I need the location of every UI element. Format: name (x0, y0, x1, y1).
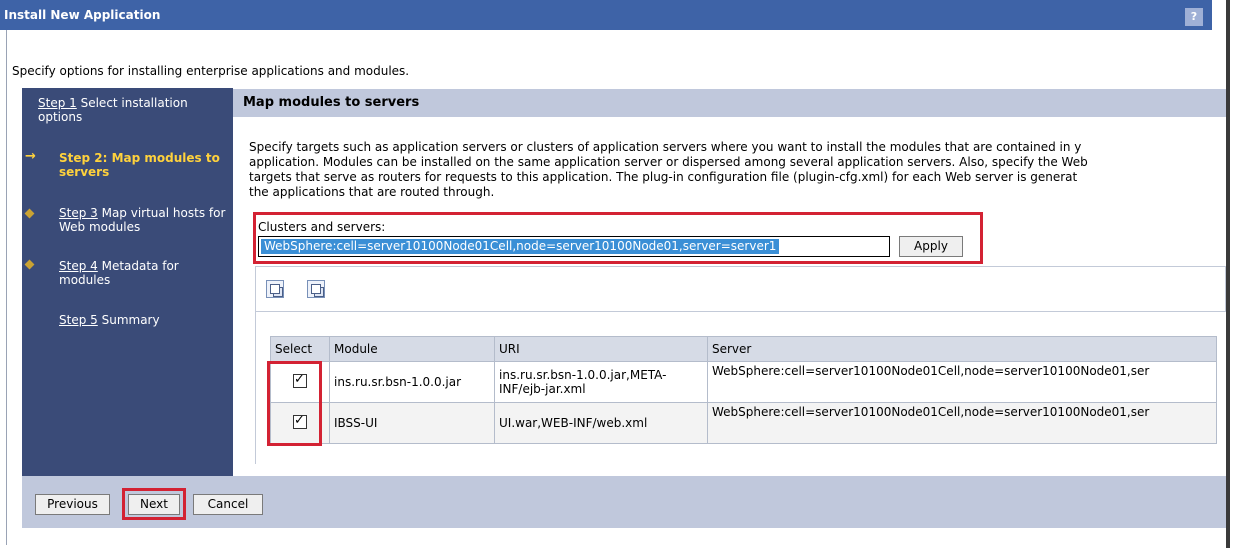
uri-cell: UI.war,WEB-INF/web.xml (494, 402, 708, 444)
step-1-number: Step 1 (38, 96, 77, 110)
module-cell: ins.ru.sr.bsn-1.0.0.jar (329, 361, 495, 403)
step-5-number: Step 5 (59, 313, 98, 327)
col-module-header: Module (329, 336, 495, 362)
server-cell: WebSphere:cell=server10100Node01Cell,nod… (707, 402, 1217, 444)
description-line: Specify targets such as application serv… (249, 140, 1082, 154)
select-all-icon[interactable] (266, 280, 284, 298)
window-title-bar: Install New Application (0, 0, 1212, 30)
help-button[interactable]: ? (1185, 8, 1203, 26)
step-3-link[interactable]: Step 3 Map virtual hosts for Web modules (59, 206, 229, 234)
window-title: Install New Application (4, 8, 161, 22)
cancel-button[interactable]: Cancel (193, 494, 263, 515)
module-cell: IBSS-UI (329, 402, 495, 444)
checkbox-highlight-box (267, 361, 322, 446)
description-line: application. Modules can be installed on… (249, 155, 1088, 169)
step-4-number: Step 4 (59, 259, 98, 273)
step-5-text: Summary (97, 313, 160, 327)
table-header-row: Select Module URI Server (270, 336, 1217, 362)
col-server-header: Server (707, 336, 1217, 362)
uri-cell: ins.ru.sr.bsn-1.0.0.jar,META-INF/ejb-jar… (494, 361, 708, 403)
intro-text: Specify options for installing enterpris… (12, 64, 410, 78)
col-uri-header: URI (494, 336, 708, 362)
current-step-arrow-icon: → (25, 149, 36, 164)
clusters-selected-value: WebSphere:cell=server10100Node01Cell,nod… (261, 239, 780, 254)
table-row: IBSS-UI UI.war,WEB-INF/web.xml WebSphere… (270, 402, 1217, 444)
step-1-link[interactable]: Step 1 Select installation options (38, 96, 228, 124)
section-title: Map modules to servers (233, 89, 1226, 117)
server-cell: WebSphere:cell=server10100Node01Cell,nod… (707, 361, 1217, 403)
step-5-link[interactable]: Step 5 Summary (59, 313, 229, 327)
step-3-number: Step 3 (59, 206, 98, 220)
modules-table: Select Module URI Server ins.ru.sr.bsn-1… (270, 336, 1217, 444)
deselect-all-icon[interactable] (307, 280, 325, 298)
description-line: targets that serve as routers for reques… (249, 170, 1078, 184)
next-button[interactable]: Next (128, 494, 180, 515)
previous-button[interactable]: Previous (35, 494, 110, 515)
clusters-select[interactable]: WebSphere:cell=server10100Node01Cell,nod… (258, 236, 890, 257)
step-4-link[interactable]: Step 4 Metadata for modules (59, 259, 229, 287)
col-select-header: Select (270, 336, 330, 362)
step-2-current: Step 2: Map modules to servers (59, 151, 220, 179)
clusters-label: Clusters and servers: (258, 220, 386, 234)
section-description: Specify targets such as application serv… (249, 140, 1226, 200)
description-line: the applications that are routed through… (249, 185, 495, 199)
apply-button[interactable]: Apply (899, 236, 963, 257)
table-toolbar (255, 266, 1226, 312)
table-row: ins.ru.sr.bsn-1.0.0.jar ins.ru.sr.bsn-1.… (270, 361, 1217, 403)
